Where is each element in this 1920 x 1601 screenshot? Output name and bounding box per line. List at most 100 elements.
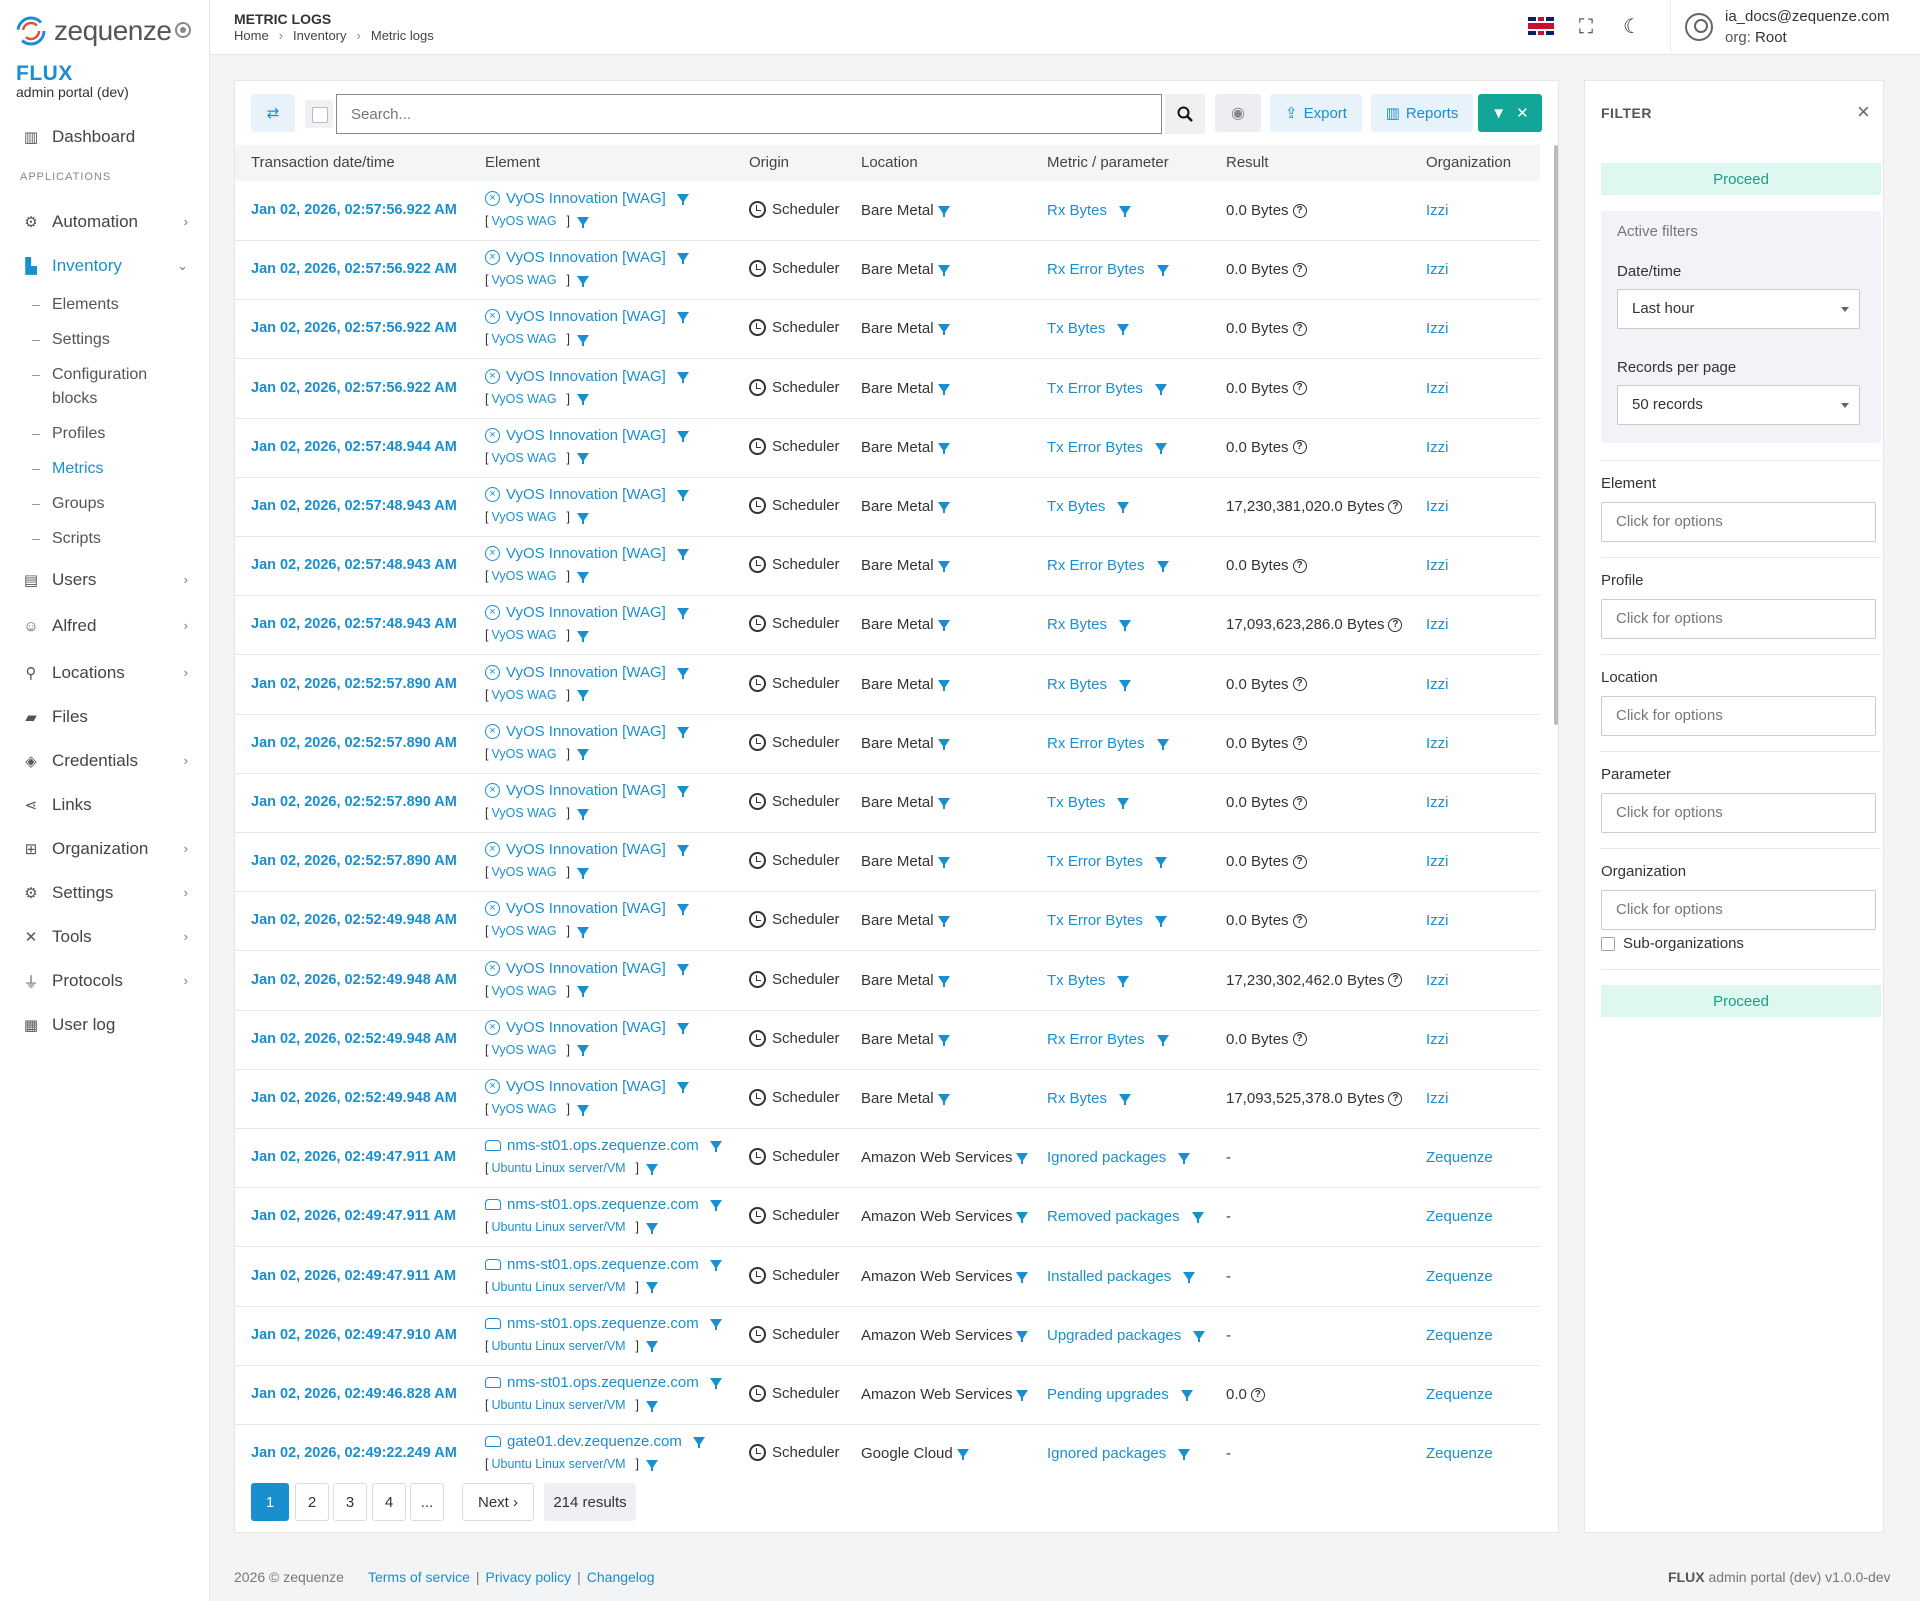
- filter-funnel-icon[interactable]: [1156, 265, 1169, 277]
- page-button[interactable]: 2: [295, 1483, 329, 1521]
- help-circle-icon[interactable]: ?: [1292, 262, 1307, 277]
- dark-mode-moon-icon[interactable]: ☾: [1621, 16, 1643, 38]
- transaction-date-link[interactable]: Jan 02, 2026, 02:49:47.911 AM: [251, 1208, 456, 1224]
- column-header[interactable]: Element: [485, 154, 540, 171]
- help-circle-icon[interactable]: ?: [1292, 677, 1307, 692]
- filter-funnel-icon[interactable]: [937, 857, 950, 869]
- help-circle-icon[interactable]: ?: [1388, 617, 1403, 632]
- help-circle-icon[interactable]: ?: [1292, 203, 1307, 218]
- scrollbar-thumb[interactable]: [1554, 145, 1558, 725]
- filter-funnel-icon[interactable]: [709, 1378, 722, 1389]
- organization-link[interactable]: Izzi: [1426, 972, 1449, 989]
- element-type-link[interactable]: VyOS WAG: [491, 214, 556, 228]
- element-type-link[interactable]: Ubuntu Linux server/VM: [491, 1220, 625, 1234]
- filter-funnel-icon[interactable]: [1154, 857, 1167, 869]
- metric-link[interactable]: Tx Error Bytes: [1047, 853, 1143, 870]
- filter-funnel-icon[interactable]: [646, 1341, 658, 1353]
- metric-link[interactable]: Rx Error Bytes: [1047, 261, 1145, 278]
- organization-link[interactable]: Izzi: [1426, 320, 1449, 337]
- filter-funnel-icon[interactable]: [576, 394, 589, 406]
- sidebar-item-users[interactable]: ▤ Users ›: [0, 563, 210, 597]
- filter-funnel-icon[interactable]: [576, 808, 589, 820]
- metric-link[interactable]: Tx Bytes: [1047, 498, 1105, 515]
- filter-funnel-icon[interactable]: [709, 1259, 722, 1271]
- filter-funnel-icon[interactable]: [576, 1045, 589, 1057]
- element-type-link[interactable]: VyOS WAG: [491, 924, 556, 938]
- pin-sidebar-icon[interactable]: [175, 22, 191, 38]
- logo[interactable]: zequenze: [14, 14, 172, 48]
- metric-link[interactable]: Tx Error Bytes: [1047, 380, 1143, 397]
- filter-funnel-icon[interactable]: [1119, 1094, 1132, 1105]
- filter-funnel-icon[interactable]: [676, 726, 689, 738]
- filter-funnel-icon[interactable]: [676, 904, 689, 916]
- filter-funnel-icon[interactable]: [1016, 1271, 1029, 1283]
- element-link[interactable]: nms-st01.ops.zequenze.com: [507, 1315, 699, 1332]
- element-type-link[interactable]: Ubuntu Linux server/VM: [491, 1398, 625, 1412]
- filter-funnel-icon[interactable]: [1154, 383, 1167, 395]
- filter-funnel-icon[interactable]: [1154, 442, 1167, 454]
- transaction-date-link[interactable]: Jan 02, 2026, 02:57:48.943 AM: [251, 557, 457, 573]
- sidebar-subitem-groups[interactable]: Groups: [0, 492, 210, 516]
- element-link[interactable]: VyOS Innovation [WAG]: [506, 782, 666, 799]
- element-type-link[interactable]: VyOS WAG: [491, 392, 556, 406]
- element-type-link[interactable]: VyOS WAG: [491, 984, 556, 998]
- element-link[interactable]: VyOS Innovation [WAG]: [506, 604, 666, 621]
- help-circle-icon[interactable]: ?: [1292, 913, 1307, 928]
- filter-funnel-icon[interactable]: [937, 738, 950, 750]
- refresh-button[interactable]: ⇄: [251, 94, 295, 132]
- organization-link[interactable]: Izzi: [1426, 616, 1449, 633]
- organization-link[interactable]: Izzi: [1426, 1090, 1449, 1107]
- transaction-date-link[interactable]: Jan 02, 2026, 02:57:56.922 AM: [251, 261, 457, 277]
- column-header[interactable]: Origin: [749, 154, 789, 171]
- filter-funnel-icon[interactable]: [576, 749, 589, 761]
- help-circle-icon[interactable]: ?: [1292, 736, 1307, 751]
- element-link[interactable]: VyOS Innovation [WAG]: [506, 308, 666, 325]
- metric-link[interactable]: Tx Bytes: [1047, 972, 1105, 989]
- element-link[interactable]: VyOS Innovation [WAG]: [506, 841, 666, 858]
- metric-link[interactable]: Pending upgrades: [1047, 1386, 1169, 1403]
- metric-link[interactable]: Tx Error Bytes: [1047, 912, 1143, 929]
- filter-funnel-icon[interactable]: [676, 1022, 689, 1034]
- element-link[interactable]: VyOS Innovation [WAG]: [506, 664, 666, 681]
- element-type-link[interactable]: VyOS WAG: [491, 1102, 556, 1116]
- filter-funnel-icon[interactable]: [646, 1400, 658, 1412]
- element-type-link[interactable]: VyOS WAG: [491, 1043, 556, 1057]
- element-type-link[interactable]: VyOS WAG: [491, 332, 556, 346]
- organization-link[interactable]: Izzi: [1426, 676, 1449, 693]
- element-link[interactable]: nms-st01.ops.zequenze.com: [507, 1137, 699, 1154]
- filter-funnel-icon[interactable]: [1178, 1153, 1191, 1165]
- help-circle-icon[interactable]: ?: [1292, 321, 1307, 336]
- organization-link[interactable]: Izzi: [1426, 557, 1449, 574]
- checkbox-box[interactable]: [1601, 936, 1615, 951]
- filter-funnel-icon[interactable]: [576, 926, 589, 938]
- element-type-link[interactable]: VyOS WAG: [491, 569, 556, 583]
- proceed-button-top[interactable]: Proceed: [1601, 163, 1881, 195]
- organization-link[interactable]: Izzi: [1426, 1031, 1449, 1048]
- organization-link[interactable]: Izzi: [1426, 853, 1449, 870]
- next-page-button[interactable]: Next ›: [462, 1483, 534, 1521]
- filter-funnel-icon[interactable]: [937, 798, 950, 809]
- location-filter-input[interactable]: Click for options: [1601, 696, 1876, 736]
- filter-funnel-icon[interactable]: [709, 1318, 722, 1330]
- filter-funnel-icon[interactable]: [676, 549, 689, 561]
- element-link[interactable]: VyOS Innovation [WAG]: [506, 900, 666, 917]
- filter-funnel-icon[interactable]: [937, 1094, 950, 1105]
- profile-filter-input[interactable]: Click for options: [1601, 599, 1876, 639]
- filter-funnel-icon[interactable]: [937, 206, 950, 217]
- filter-funnel-icon[interactable]: [1154, 916, 1167, 928]
- element-link[interactable]: VyOS Innovation [WAG]: [506, 960, 666, 977]
- metric-link[interactable]: Ignored packages: [1047, 1149, 1166, 1166]
- filter-funnel-icon[interactable]: [646, 1222, 658, 1234]
- filter-funnel-icon[interactable]: [676, 667, 689, 679]
- filter-funnel-icon[interactable]: [676, 1082, 689, 1093]
- filter-funnel-icon[interactable]: [1178, 1449, 1191, 1461]
- sidebar-item-settings[interactable]: ⚙ Settings ›: [0, 876, 210, 910]
- element-link[interactable]: VyOS Innovation [WAG]: [506, 190, 666, 207]
- column-header[interactable]: Metric / parameter: [1047, 154, 1169, 171]
- element-link[interactable]: nms-st01.ops.zequenze.com: [507, 1256, 699, 1273]
- element-type-link[interactable]: Ubuntu Linux server/VM: [491, 1161, 625, 1175]
- sidebar-item-links[interactable]: ⋖ Links: [0, 788, 210, 822]
- sidebar-item-locations[interactable]: ⚲ Locations ›: [0, 656, 210, 690]
- organization-link[interactable]: Zequenze: [1426, 1268, 1493, 1285]
- element-type-link[interactable]: VyOS WAG: [491, 273, 556, 287]
